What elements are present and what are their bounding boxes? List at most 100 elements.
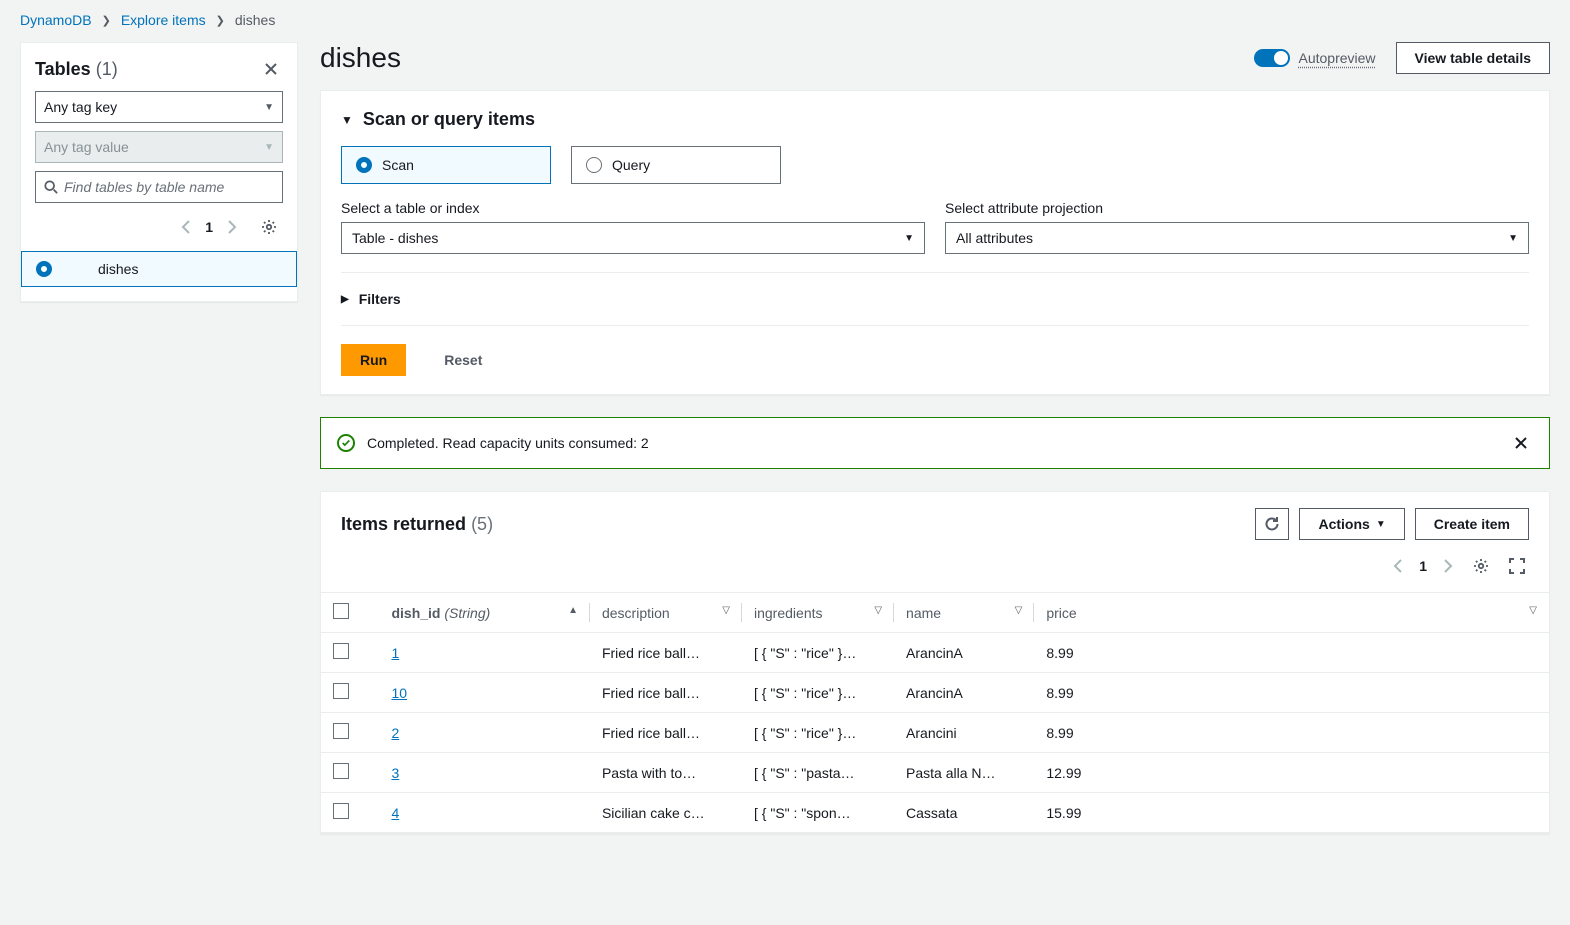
autopreview-label: Autopreview [1298, 50, 1375, 66]
run-button[interactable]: Run [341, 344, 406, 376]
query-radio[interactable]: Query [571, 146, 781, 184]
breadcrumb-current: dishes [235, 12, 275, 28]
cell-ingredients: [ { "S" : "rice" }… [742, 673, 894, 713]
table-field-label: Select a table or index [341, 200, 925, 216]
scan-query-header: Scan or query items [363, 109, 535, 130]
cell-price: 8.99 [1034, 673, 1549, 713]
caret-down-icon: ▼ [1376, 519, 1386, 530]
reset-button[interactable]: Reset [426, 344, 500, 376]
table-search-input[interactable] [64, 179, 274, 195]
row-checkbox[interactable] [333, 803, 349, 819]
cell-price: 15.99 [1034, 793, 1549, 833]
tag-key-select-value: Any tag key [44, 99, 117, 115]
filters-accordion[interactable]: ▶ Filters [341, 291, 1529, 307]
tag-value-select: Any tag value ▼ [35, 131, 283, 163]
close-icon[interactable] [259, 57, 283, 81]
sort-icon: ▽ [874, 605, 882, 616]
select-all-checkbox[interactable] [333, 603, 349, 619]
actions-dropdown[interactable]: Actions ▼ [1299, 508, 1404, 540]
caret-down-icon: ▼ [904, 233, 914, 244]
cell-price: 8.99 [1034, 713, 1549, 753]
column-header-description[interactable]: description ▽ [590, 593, 742, 633]
item-id-link[interactable]: 10 [391, 685, 407, 701]
results-table: dish_id (String) ▲ description ▽ ingredi… [321, 592, 1549, 833]
col-ing-label: ingredients [754, 605, 823, 621]
table-select[interactable]: Table - dishes ▼ [341, 222, 925, 254]
cell-description: Fried rice ball… [590, 713, 742, 753]
cell-name: ArancinA [894, 633, 1034, 673]
caret-right-icon: ▶ [341, 294, 349, 305]
table-search[interactable] [35, 171, 283, 203]
scan-query-accordion[interactable]: ▼ Scan or query items [341, 109, 1529, 130]
view-table-details-button[interactable]: View table details [1396, 42, 1550, 74]
table-row: 1 Fried rice ball…[ { "S" : "rice" }…Aran… [321, 633, 1549, 673]
cell-description: Sicilian cake c… [590, 793, 742, 833]
breadcrumb: DynamoDB ❯ Explore items ❯ dishes [20, 0, 1550, 42]
chevron-right-icon: ❯ [216, 14, 225, 27]
gear-icon[interactable] [257, 215, 281, 239]
results-count: (5) [471, 514, 493, 534]
table-row: 2Fried rice ball…[ { "S" : "rice" }…Aran… [321, 713, 1549, 753]
column-header-name[interactable]: name ▽ [894, 593, 1034, 633]
scan-radio[interactable]: Scan [341, 146, 551, 184]
cell-description: Pasta with to… [590, 753, 742, 793]
actions-label: Actions [1318, 516, 1369, 532]
fullscreen-icon[interactable] [1505, 554, 1529, 578]
radio-unselected-icon [586, 157, 602, 173]
status-message: Completed. Read capacity units consumed:… [367, 435, 1497, 451]
query-label: Query [612, 157, 650, 173]
autopreview-toggle[interactable]: Autopreview [1254, 49, 1375, 67]
cell-name: Arancini [894, 713, 1034, 753]
item-id-link[interactable]: 2 [391, 725, 399, 741]
table-row: 3Pasta with to…[ { "S" : "pasta…Pasta al… [321, 753, 1549, 793]
cell-description: Fried rice ball… [590, 633, 742, 673]
row-checkbox[interactable] [333, 723, 349, 739]
search-icon [44, 180, 58, 194]
chevron-right-icon: ❯ [102, 14, 111, 27]
row-checkbox[interactable] [333, 643, 349, 659]
projection-field-label: Select attribute projection [945, 200, 1529, 216]
breadcrumb-root[interactable]: DynamoDB [20, 12, 92, 28]
cell-price: 12.99 [1034, 753, 1549, 793]
sidebar-title: Tables (1) [35, 59, 118, 80]
next-page-icon[interactable] [223, 216, 241, 238]
cell-ingredients: [ { "S" : "spon… [742, 793, 894, 833]
scan-label: Scan [382, 157, 414, 173]
column-header-ingredients[interactable]: ingredients ▽ [742, 593, 894, 633]
col-name-label: name [906, 605, 941, 621]
projection-select[interactable]: All attributes ▼ [945, 222, 1529, 254]
gear-icon[interactable] [1469, 554, 1493, 578]
create-item-button[interactable]: Create item [1415, 508, 1529, 540]
col-price-label: price [1046, 605, 1076, 621]
row-checkbox[interactable] [333, 683, 349, 699]
column-header-id[interactable]: dish_id (String) ▲ [379, 593, 590, 633]
sidebar-page-number: 1 [205, 219, 213, 235]
cell-ingredients: [ { "S" : "rice" }… [742, 633, 894, 673]
item-id-link[interactable]: 1 [391, 645, 399, 661]
dismiss-banner-button[interactable] [1509, 431, 1533, 455]
row-checkbox[interactable] [333, 763, 349, 779]
sort-icon: ▽ [1529, 605, 1537, 616]
sidebar-title-text: Tables [35, 59, 91, 79]
radio-selected-icon [36, 261, 52, 277]
breadcrumb-explore[interactable]: Explore items [121, 12, 206, 28]
results-prev-page[interactable] [1389, 555, 1407, 577]
table-item-label: dishes [98, 261, 138, 277]
sort-icon: ▽ [1015, 605, 1023, 616]
item-id-link[interactable]: 3 [391, 765, 399, 781]
results-next-page[interactable] [1439, 555, 1457, 577]
success-icon [337, 434, 355, 452]
item-id-link[interactable]: 4 [391, 805, 399, 821]
col-desc-label: description [602, 605, 670, 621]
filters-label: Filters [359, 291, 401, 307]
tag-key-select[interactable]: Any tag key ▼ [35, 91, 283, 123]
toggle-on-icon [1254, 49, 1290, 67]
table-item-dishes[interactable]: dishes [21, 251, 297, 287]
prev-page-icon[interactable] [177, 216, 195, 238]
column-header-price[interactable]: price ▽ [1034, 593, 1549, 633]
refresh-button[interactable] [1255, 508, 1289, 540]
cell-ingredients: [ { "S" : "pasta… [742, 753, 894, 793]
results-header: Items returned (5) [341, 514, 493, 535]
projection-select-value: All attributes [956, 230, 1033, 246]
sort-icon: ▽ [722, 605, 730, 616]
